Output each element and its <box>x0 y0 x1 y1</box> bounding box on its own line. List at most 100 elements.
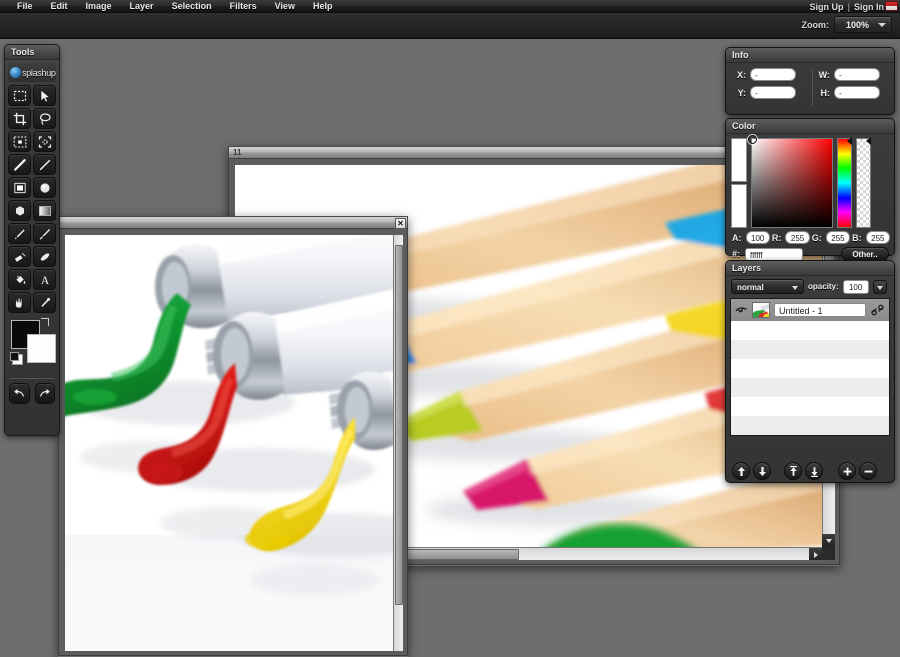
layers-panel-title: Layers <box>726 261 894 276</box>
info-y-value[interactable]: - <box>750 86 796 99</box>
paintbrush-tool[interactable] <box>33 223 56 244</box>
pencils-hscroll-right-button[interactable] <box>809 548 822 560</box>
info-x-value[interactable]: - <box>750 68 796 81</box>
splashup-logo-text: splashup <box>22 67 56 78</box>
paint-tubes-window[interactable]: ✕ <box>58 216 408 657</box>
opacity-stepper[interactable] <box>872 279 887 294</box>
paint-tubes-artwork <box>65 235 403 651</box>
layer-list[interactable]: Untitled - 1 <box>730 298 890 436</box>
polygon-shape-tool[interactable] <box>8 200 31 221</box>
paint-tubes-window-titlebar[interactable]: ✕ <box>58 216 408 229</box>
delete-layer-button[interactable] <box>859 462 877 480</box>
hand-tool[interactable] <box>8 292 31 313</box>
auth-links: Sign Up | Sign In <box>809 0 884 13</box>
menu-help[interactable]: Help <box>304 0 342 13</box>
blend-mode-select[interactable]: normal <box>731 279 804 294</box>
picker-cursor-icon <box>748 135 757 144</box>
reset-colors-icon[interactable] <box>10 352 23 365</box>
dashed-square-icon <box>38 135 51 148</box>
pencil-tool[interactable] <box>33 154 56 175</box>
rectangle-shape-tool[interactable] <box>8 177 31 198</box>
layer-empty-row <box>731 359 889 378</box>
crop-tool[interactable] <box>8 108 31 129</box>
layer-link-icon[interactable] <box>870 303 885 317</box>
layer-name-input[interactable]: Untitled - 1 <box>774 303 866 317</box>
info-h-value[interactable]: - <box>834 86 880 99</box>
eraser-tool[interactable] <box>8 246 31 267</box>
tools-panel-title: Tools <box>5 45 59 60</box>
flag-icon[interactable] <box>885 1 898 11</box>
paint-tubes-vscrollbar[interactable] <box>393 235 403 651</box>
paint-tubes-canvas[interactable] <box>65 235 403 651</box>
select-all-tool[interactable] <box>8 131 31 152</box>
ellipse-shape-tool[interactable] <box>33 177 56 198</box>
menu-bar: File Edit Image Layer Selection Filters … <box>0 0 900 13</box>
other-color-button[interactable]: Other.. <box>841 247 889 261</box>
layers-panel: Layers normal opacity: 100 Untitled - 1 <box>725 260 895 483</box>
text-a-icon: A <box>40 275 49 287</box>
splashup-logo: splashup <box>8 63 56 82</box>
color-preview-current[interactable] <box>731 184 747 228</box>
info-x-label: X: <box>737 69 746 80</box>
hex-input[interactable]: ffffff <box>745 247 804 261</box>
pencils-vscroll-down-button[interactable] <box>822 534 835 547</box>
undo-redo-row <box>5 383 59 404</box>
background-color-swatch[interactable] <box>27 334 56 363</box>
red-input[interactable]: 255 <box>785 231 810 244</box>
sign-in-link[interactable]: Sign In <box>854 2 884 12</box>
saturation-value-picker[interactable] <box>748 135 833 228</box>
lasso-tool[interactable] <box>33 108 56 129</box>
line-tool[interactable] <box>8 154 31 175</box>
move-layer-bottom-button[interactable] <box>805 462 823 480</box>
move-layer-top-button[interactable] <box>784 462 802 480</box>
line-icon <box>13 158 26 171</box>
info-h: H: - <box>804 86 888 99</box>
menu-selection[interactable]: Selection <box>163 0 221 13</box>
paint-tubes-close-button[interactable]: ✕ <box>395 218 406 229</box>
opacity-input[interactable]: 100 <box>842 279 869 294</box>
layer-options-row: normal opacity: 100 <box>726 276 894 294</box>
menu-file[interactable]: File <box>8 0 42 13</box>
move-tool[interactable] <box>33 85 56 106</box>
move-layer-up-button[interactable] <box>732 462 750 480</box>
color-preview-new[interactable] <box>731 138 747 182</box>
gradient-tool[interactable] <box>33 200 56 221</box>
paint-tubes-vscroll-thumb[interactable] <box>395 245 403 605</box>
marquee-rectangle-tool[interactable] <box>8 85 31 106</box>
move-layer-down-button[interactable] <box>753 462 771 480</box>
undo-arrow-icon <box>13 388 24 397</box>
brush-tool[interactable] <box>8 223 31 244</box>
undo-button[interactable] <box>9 383 30 404</box>
smudge-tool[interactable] <box>33 246 56 267</box>
paint-bucket-tool[interactable] <box>8 269 31 290</box>
text-tool[interactable]: A <box>33 269 56 290</box>
select-all-icon <box>13 135 26 148</box>
eraser-icon <box>13 252 26 263</box>
info-w-value[interactable]: - <box>834 68 880 81</box>
blue-input[interactable]: 255 <box>865 231 890 244</box>
blend-mode-value: normal <box>737 283 764 292</box>
layer-row[interactable]: Untitled - 1 <box>731 299 889 321</box>
green-input[interactable]: 255 <box>825 231 851 244</box>
info-y-label: Y: <box>737 87 746 98</box>
menu-layer[interactable]: Layer <box>121 0 163 13</box>
menu-view[interactable]: View <box>266 0 304 13</box>
color-swatches <box>10 318 56 376</box>
magic-wand-select-tool[interactable] <box>33 131 56 152</box>
redo-arrow-icon <box>40 388 51 397</box>
opacity-label: opacity: <box>808 282 839 291</box>
menu-image[interactable]: Image <box>77 0 121 13</box>
alpha-input[interactable]: 100 <box>745 231 770 244</box>
swap-colors-icon[interactable] <box>41 318 49 326</box>
layer-visibility-icon[interactable] <box>735 304 748 317</box>
eyedropper-tool[interactable] <box>33 292 56 313</box>
sign-up-link[interactable]: Sign Up <box>809 2 843 12</box>
redo-button[interactable] <box>34 383 55 404</box>
hue-slider[interactable] <box>837 137 852 228</box>
color-panel: Color A: 100 R: 255 G: 255 B: 255 #: fff… <box>725 118 895 261</box>
alpha-slider[interactable] <box>856 137 871 228</box>
menu-edit[interactable]: Edit <box>42 0 77 13</box>
add-layer-button[interactable] <box>838 462 856 480</box>
menu-filters[interactable]: Filters <box>221 0 266 13</box>
zoom-select[interactable]: 100% <box>834 16 892 33</box>
